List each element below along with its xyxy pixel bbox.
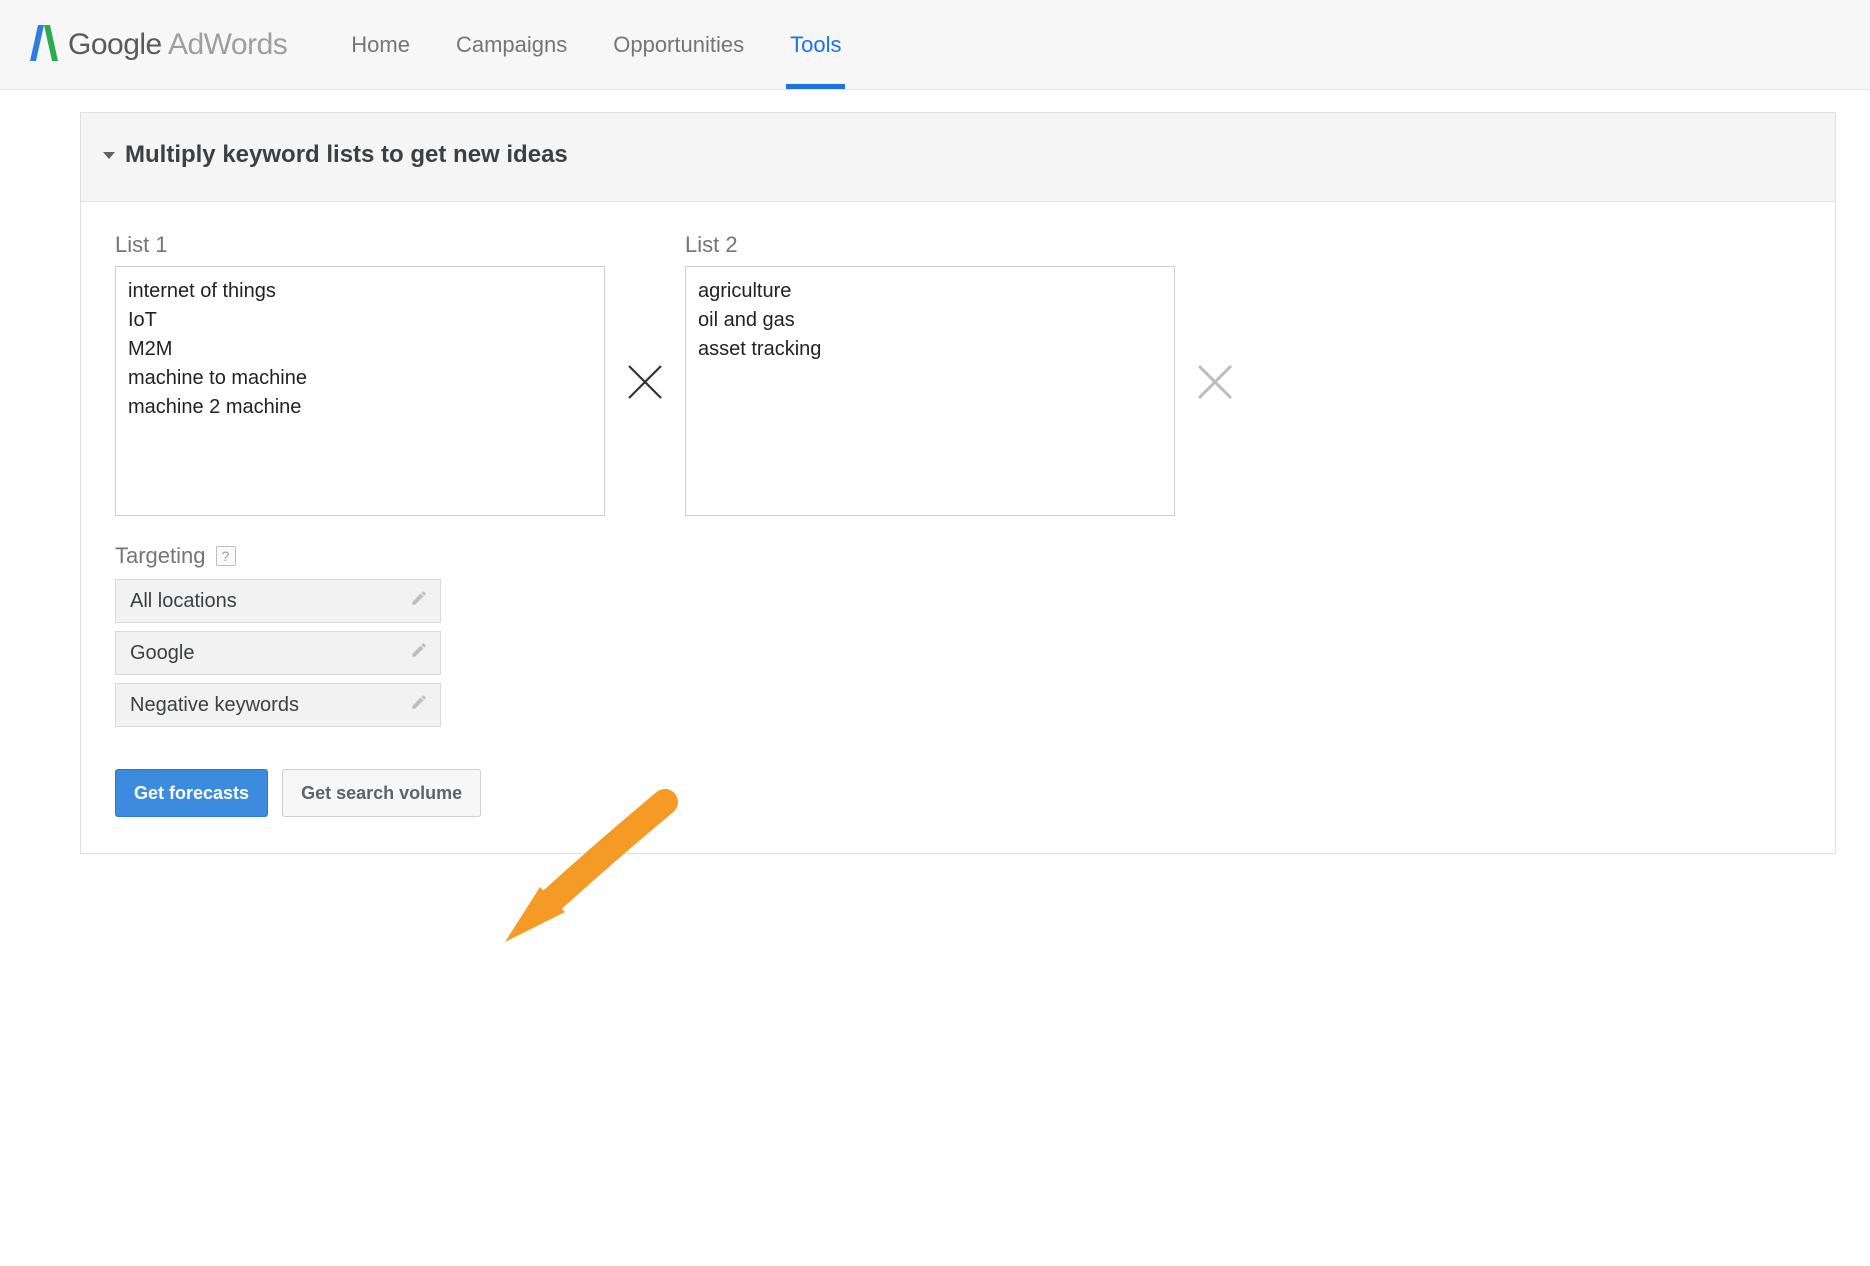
help-icon[interactable]: ? xyxy=(216,546,236,566)
targeting-network[interactable]: Google xyxy=(115,631,441,675)
button-row: Get forecasts Get search volume xyxy=(115,769,1801,817)
targeting-locations[interactable]: All locations xyxy=(115,579,441,623)
list1-input[interactable] xyxy=(115,266,605,516)
targeting-network-label: Google xyxy=(130,642,195,665)
targeting-section: Targeting ? All locations Google xyxy=(115,543,441,727)
list2-col: List 2 xyxy=(685,232,1175,521)
targeting-title-row: Targeting ? xyxy=(115,543,441,569)
list1-col: List 1 xyxy=(115,232,605,521)
lists-row: List 1 List 2 xyxy=(115,232,1801,521)
brand-text: Google AdWords xyxy=(68,28,287,62)
list1-label: List 1 xyxy=(115,232,605,258)
adwords-logo-icon xyxy=(30,21,58,68)
nav-items: Home Campaigns Opportunities Tools xyxy=(347,0,845,89)
get-forecasts-button[interactable]: Get forecasts xyxy=(115,769,268,817)
remove-list-icon[interactable] xyxy=(1175,232,1255,404)
targeting-negative-keywords-label: Negative keywords xyxy=(130,694,299,717)
multiply-keyword-panel: Multiply keyword lists to get new ideas … xyxy=(80,112,1836,854)
brand-product: AdWords xyxy=(168,28,287,61)
targeting-title: Targeting xyxy=(115,543,206,569)
panel-header[interactable]: Multiply keyword lists to get new ideas xyxy=(81,113,1835,202)
caret-down-icon xyxy=(103,152,115,159)
top-nav: Google AdWords Home Campaigns Opportunit… xyxy=(0,0,1870,90)
panel-title: Multiply keyword lists to get new ideas xyxy=(125,141,568,169)
multiply-icon xyxy=(605,232,685,404)
panel-body: List 1 List 2 xyxy=(81,202,1835,853)
pencil-icon xyxy=(410,589,428,613)
get-search-volume-button[interactable]: Get search volume xyxy=(282,769,481,817)
targeting-locations-label: All locations xyxy=(130,590,237,613)
brand: Google AdWords xyxy=(30,21,287,68)
nav-opportunities[interactable]: Opportunities xyxy=(609,0,748,89)
list2-input[interactable] xyxy=(685,266,1175,516)
pencil-icon xyxy=(410,693,428,717)
page-wrap: Multiply keyword lists to get new ideas … xyxy=(0,90,1870,894)
nav-campaigns[interactable]: Campaigns xyxy=(452,0,571,89)
pencil-icon xyxy=(410,641,428,665)
brand-name: Google xyxy=(68,28,162,61)
list2-label: List 2 xyxy=(685,232,1175,258)
targeting-negative-keywords[interactable]: Negative keywords xyxy=(115,683,441,727)
nav-home[interactable]: Home xyxy=(347,0,414,89)
nav-tools[interactable]: Tools xyxy=(786,0,845,89)
